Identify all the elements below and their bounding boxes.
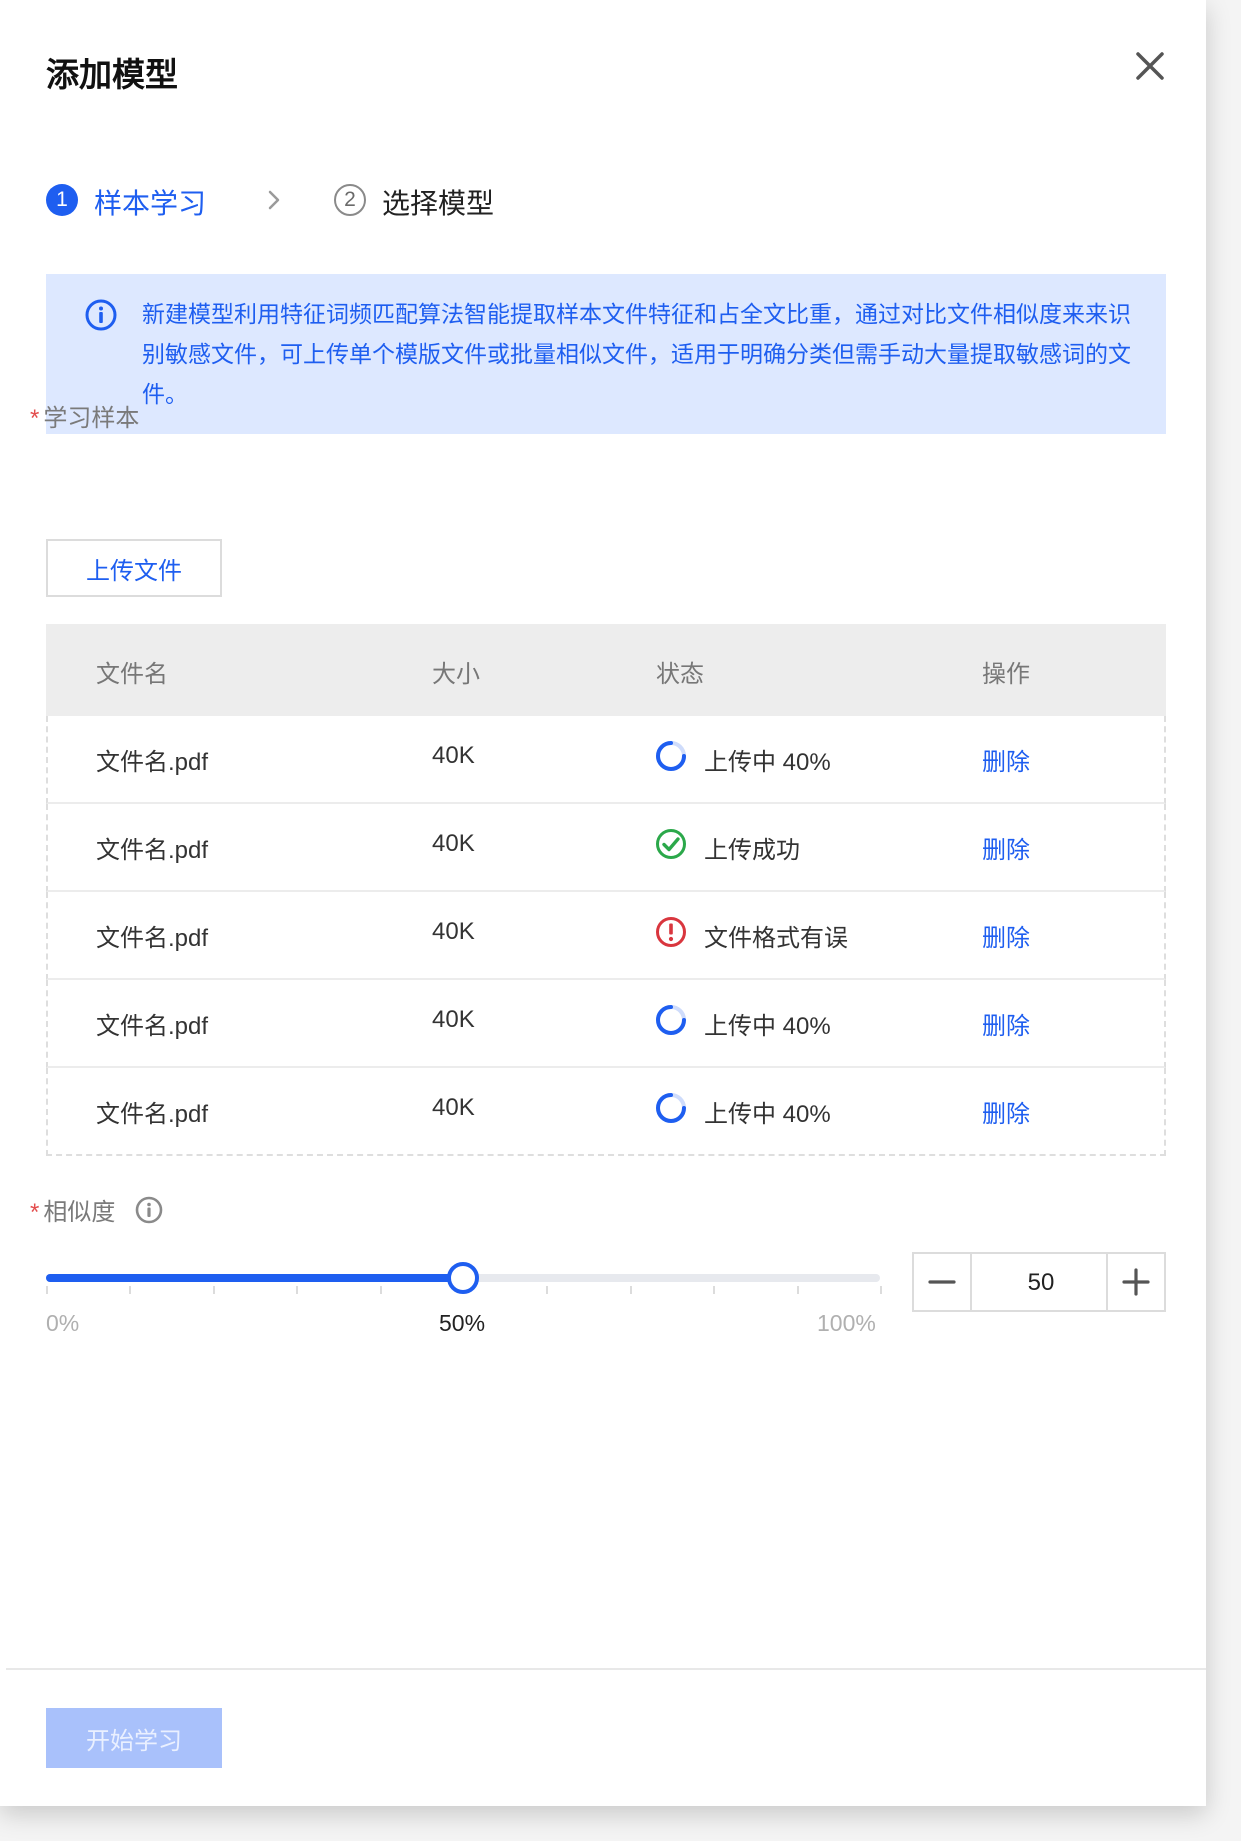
step-1-label[interactable]: 样本学习 bbox=[94, 182, 206, 222]
upload-file-button[interactable]: 上传文件 bbox=[46, 539, 222, 597]
slider-tick bbox=[713, 1286, 715, 1294]
similarity-stepper bbox=[912, 1252, 1166, 1312]
file-status: 上传中 40% bbox=[704, 1101, 831, 1128]
step-2-label[interactable]: 选择模型 bbox=[382, 182, 494, 222]
sample-field-label: * 学习样本 bbox=[30, 398, 139, 433]
delete-link[interactable]: 删除 bbox=[982, 1094, 1030, 1129]
similarity-input[interactable] bbox=[972, 1254, 1110, 1312]
minus-button[interactable] bbox=[914, 1254, 972, 1310]
file-name: 文件名.pdf bbox=[96, 1013, 209, 1040]
similarity-field-label: * 相似度 bbox=[30, 1192, 115, 1227]
dialog-title: 添加模型 bbox=[46, 56, 178, 93]
file-size: 40K bbox=[432, 1094, 475, 1121]
slider-tick bbox=[797, 1286, 799, 1294]
header-size: 大小 bbox=[432, 661, 480, 688]
delete-link[interactable]: 删除 bbox=[982, 918, 1030, 953]
plus-button[interactable] bbox=[1106, 1254, 1164, 1310]
table-row: 文件名.pdf 40K 上传中 40% 删除 bbox=[46, 1068, 1166, 1156]
file-status: 上传成功 bbox=[704, 837, 800, 864]
alert-text: 新建模型利用特征词频匹配算法智能提取样本文件特征和占全文比重，通过对比文件相似度… bbox=[142, 301, 1131, 407]
file-name: 文件名.pdf bbox=[96, 749, 209, 776]
sample-field-text: 学习样本 bbox=[43, 405, 140, 432]
slider-min-label: 0% bbox=[46, 1310, 80, 1336]
file-size: 40K bbox=[432, 742, 475, 769]
delete-link[interactable]: 删除 bbox=[982, 830, 1030, 865]
slider-max-label: 100% bbox=[817, 1310, 876, 1336]
slider-tick bbox=[630, 1286, 632, 1294]
slider-tick bbox=[380, 1286, 382, 1294]
add-model-dialog: 添加模型 1 样本学习 2 选择模型 新建模型利用特征词频匹配算法智能提取样本文… bbox=[0, 0, 1206, 1806]
delete-link[interactable]: 删除 bbox=[982, 742, 1030, 777]
header-action: 操作 bbox=[982, 661, 1030, 688]
file-size: 40K bbox=[432, 918, 475, 945]
slider-tick bbox=[296, 1286, 298, 1294]
slider-tick bbox=[129, 1286, 131, 1294]
table-row: 文件名.pdf 40K 上传成功 删除 bbox=[46, 804, 1166, 892]
error-icon bbox=[656, 917, 686, 947]
info-icon[interactable] bbox=[134, 1195, 164, 1225]
loading-icon bbox=[656, 1093, 686, 1123]
file-status: 上传中 40% bbox=[704, 1013, 831, 1040]
slider-tick bbox=[213, 1286, 215, 1294]
required-mark: * bbox=[30, 405, 40, 432]
table-row: 文件名.pdf 40K 上传中 40% 删除 bbox=[46, 980, 1166, 1068]
table-row: 文件名.pdf 40K 文件格式有误 删除 bbox=[46, 892, 1166, 980]
header-status: 状态 bbox=[656, 661, 704, 688]
start-learning-button[interactable]: 开始学习 bbox=[46, 1708, 222, 1768]
stepper-steps: 1 样本学习 2 选择模型 bbox=[46, 184, 746, 220]
success-check-icon bbox=[656, 829, 686, 859]
file-table: 文件名 大小 状态 操作 文件名.pdf 40K 上传中 40% 删除 文件名.… bbox=[46, 624, 1166, 1156]
header-filename: 文件名 bbox=[96, 661, 168, 688]
info-alert: 新建模型利用特征词频匹配算法智能提取样本文件特征和占全文比重，通过对比文件相似度… bbox=[46, 274, 1166, 434]
file-status: 文件格式有误 bbox=[704, 925, 848, 952]
close-icon[interactable] bbox=[1130, 46, 1170, 86]
required-mark: * bbox=[30, 1199, 40, 1226]
file-name: 文件名.pdf bbox=[96, 1101, 209, 1128]
plus-icon bbox=[1122, 1268, 1150, 1296]
footer-divider bbox=[6, 1668, 1206, 1670]
slider-tick bbox=[46, 1286, 48, 1294]
loading-icon bbox=[656, 1005, 686, 1035]
file-name: 文件名.pdf bbox=[96, 837, 209, 864]
slider-tick bbox=[880, 1286, 882, 1294]
slider-current-label: 50% bbox=[439, 1310, 486, 1336]
slider-thumb[interactable] bbox=[447, 1262, 479, 1294]
file-size: 40K bbox=[432, 830, 475, 857]
slider-tick bbox=[546, 1286, 548, 1294]
minus-icon bbox=[928, 1280, 956, 1284]
loading-icon bbox=[656, 741, 686, 771]
step-1-number: 1 bbox=[46, 184, 78, 216]
file-status: 上传中 40% bbox=[704, 749, 831, 776]
chevron-right-icon bbox=[268, 190, 280, 210]
delete-link[interactable]: 删除 bbox=[982, 1006, 1030, 1041]
table-header: 文件名 大小 状态 操作 bbox=[46, 624, 1166, 716]
table-row: 文件名.pdf 40K 上传中 40% 删除 bbox=[46, 716, 1166, 804]
step-2-number: 2 bbox=[334, 184, 366, 216]
slider-fill bbox=[46, 1274, 463, 1282]
file-size: 40K bbox=[432, 1006, 475, 1033]
file-name: 文件名.pdf bbox=[96, 925, 209, 952]
info-icon bbox=[85, 299, 117, 331]
similarity-field-text: 相似度 bbox=[43, 1199, 116, 1226]
